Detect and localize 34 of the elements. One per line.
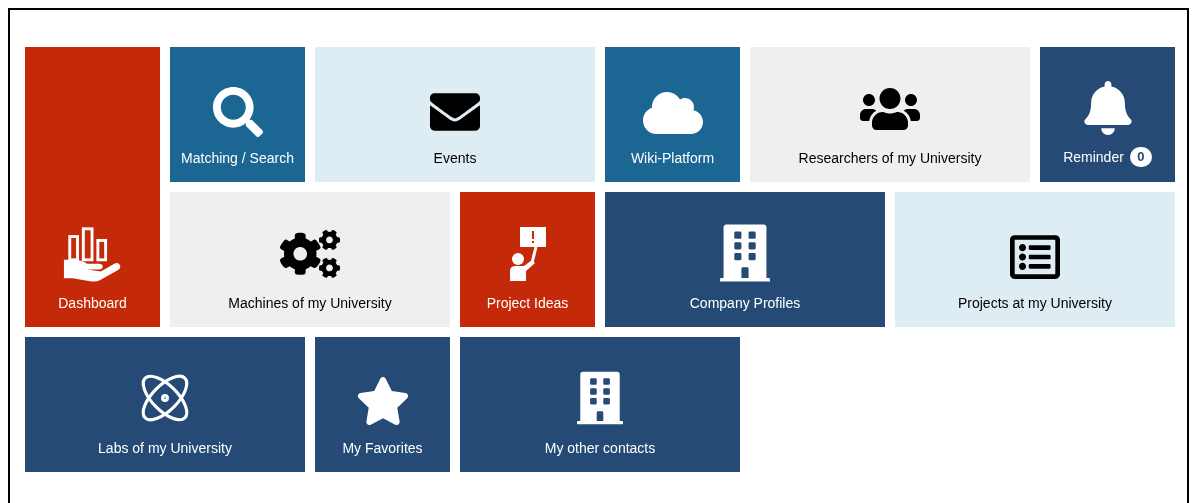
dashboard-tile[interactable]: Reminder 0: [1040, 47, 1175, 182]
dashboard-tile[interactable]: Events: [315, 47, 595, 182]
tile-label: My Favorites: [342, 439, 423, 457]
dashboard-tile[interactable]: Wiki-Platform: [605, 47, 740, 182]
tile-label: Wiki-Platform: [630, 149, 715, 167]
search-icon: [212, 87, 263, 137]
star-icon: [355, 375, 410, 427]
tile-label: Researchers of my University: [798, 149, 982, 167]
tile-label: Project Ideas: [486, 294, 569, 312]
tile-label: Events: [433, 149, 477, 167]
dashboard-tile[interactable]: Dashboard: [25, 47, 160, 327]
tile-label: Company Profiles: [689, 294, 801, 312]
dashboard-tile[interactable]: Projects at my University: [895, 192, 1175, 327]
tile-label: Dashboard: [58, 294, 127, 312]
dashboard-tile[interactable]: My other contacts: [460, 337, 740, 472]
cloud-icon: [642, 89, 703, 137]
tile-label: Machines of my University: [228, 294, 392, 312]
person-with-sign-icon: [507, 224, 548, 282]
tile-label: My other contacts: [544, 439, 656, 457]
list-icon: [1007, 232, 1063, 282]
building-icon: [720, 224, 770, 282]
building-icon: [577, 369, 623, 427]
dashboard-tile[interactable]: Machines of my University: [170, 192, 450, 327]
tile-label: Reminder: [1063, 148, 1124, 166]
dashboard-tile[interactable]: My Favorites: [315, 337, 450, 472]
dashboard-tile[interactable]: Company Profiles: [605, 192, 885, 327]
dashboard-tile[interactable]: Matching / Search: [170, 47, 305, 182]
tile-label: Matching / Search: [181, 149, 294, 167]
tile-label: Labs of my University: [98, 439, 232, 457]
tile-label: Projects at my University: [957, 294, 1112, 312]
dashboard-tile[interactable]: Labs of my University: [25, 337, 305, 472]
count-badge: 0: [1129, 147, 1152, 167]
dashboard-tile[interactable]: Researchers of my University: [750, 47, 1030, 182]
dashboard-tile[interactable]: Project Ideas: [460, 192, 595, 327]
